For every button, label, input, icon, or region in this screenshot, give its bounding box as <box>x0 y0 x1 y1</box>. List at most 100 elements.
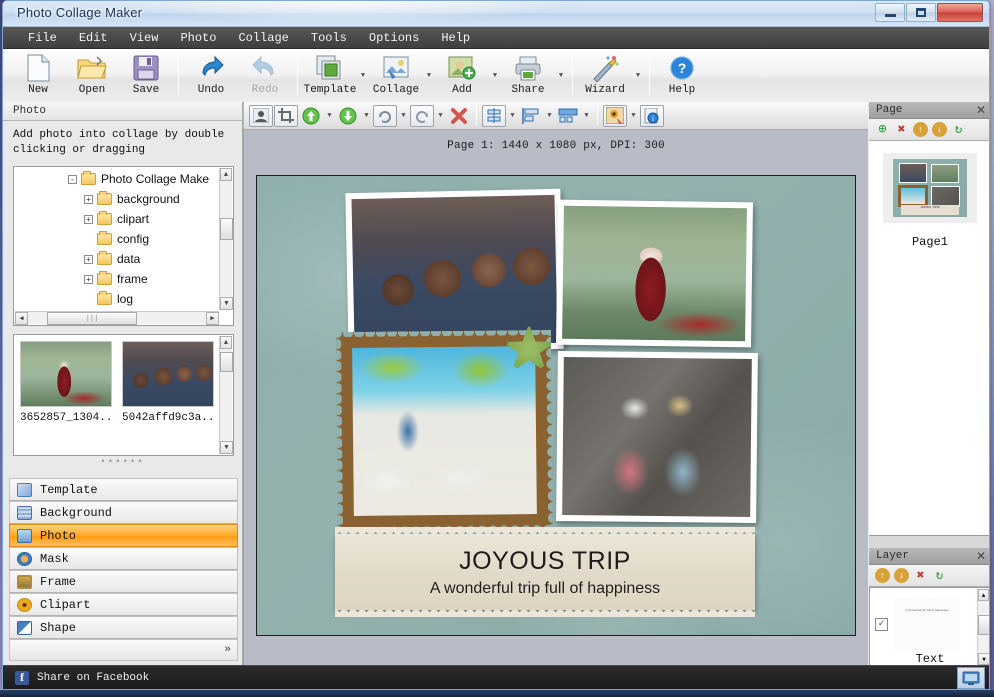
layer-panel-close-icon[interactable]: ✕ <box>976 549 986 563</box>
align-left-dropdown-arrow[interactable]: ▼ <box>544 105 555 127</box>
tree-hscroll-thumb[interactable]: ||| <box>47 312 137 325</box>
tree-item-log[interactable]: log <box>16 289 218 309</box>
garden-santa-photo[interactable] <box>555 199 754 348</box>
portrait-icon[interactable] <box>249 104 273 127</box>
align-vertical-dropdown-arrow[interactable]: ▼ <box>507 105 518 127</box>
wizard-dropdown-arrow[interactable]: ▼ <box>632 51 644 101</box>
align-vertical-icon[interactable] <box>482 104 506 127</box>
toolbar-wizard-button[interactable]: Wizard <box>578 51 632 103</box>
tree-horizontal-scrollbar[interactable]: ◀ ||| ▶ <box>15 311 219 325</box>
info-icon[interactable]: i <box>640 104 664 127</box>
page-list[interactable]: JOYOUS TRIP Page1 <box>869 141 989 536</box>
tree-expander-root[interactable]: - <box>68 174 77 184</box>
page-list-item[interactable]: JOYOUS TRIP Page1 <box>883 153 977 249</box>
panel-splitter-grip[interactable]: •••••• <box>3 456 242 468</box>
share-dropdown-arrow[interactable]: ▼ <box>555 51 567 101</box>
thumbnail-party-friends[interactable]: 5042affd9c3a... <box>122 341 214 424</box>
distribute-dropdown-arrow[interactable]: ▼ <box>581 105 592 127</box>
menu-item-help[interactable]: Help <box>430 29 481 47</box>
rotate-right-icon[interactable] <box>373 104 397 127</box>
toolbar-redo-button[interactable]: Redo <box>238 51 292 103</box>
add-page-icon[interactable]: ⊕ <box>875 122 890 138</box>
menu-item-photo[interactable]: Photo <box>169 29 227 47</box>
add-dropdown-arrow[interactable]: ▼ <box>489 51 501 101</box>
toolbar-open-button[interactable]: Open <box>65 51 119 103</box>
title-ribbon[interactable]: JOYOUS TRIP A wonderful trip full of hap… <box>335 527 755 610</box>
distribute-icon[interactable] <box>556 105 580 127</box>
effects-dropdown-arrow[interactable]: ▼ <box>628 105 639 127</box>
layer-up-icon[interactable]: ↑ <box>875 568 890 583</box>
sidebar-item-mask[interactable]: Mask <box>9 547 238 570</box>
tree-scroll-thumb[interactable] <box>220 218 233 240</box>
thumbnail-scroll-down-button[interactable]: ▼ <box>220 441 233 454</box>
tree-item-background[interactable]: + background <box>16 189 218 209</box>
tree-expander-data[interactable]: + <box>84 254 93 264</box>
move-down-dropdown-arrow[interactable]: ▼ <box>361 105 372 127</box>
move-up-icon[interactable] <box>299 105 323 127</box>
menu-item-view[interactable]: View <box>119 29 170 47</box>
layer-visibility-checkbox[interactable]: ✓ <box>875 617 888 631</box>
toolbar-add-button[interactable]: Add <box>435 51 489 103</box>
menu-item-options[interactable]: Options <box>358 29 430 47</box>
collage-document[interactable]: JOYOUS TRIP A wonderful trip full of hap… <box>256 175 856 636</box>
two-ladies-stairs-photo[interactable] <box>556 350 758 524</box>
canvas-area[interactable]: Page 1: 1440 x 1080 px, DPI: 300 JOYOUS … <box>243 130 868 667</box>
layer-scroll-down-button[interactable]: ▼ <box>978 653 989 665</box>
collage-dropdown-arrow[interactable]: ▼ <box>423 51 435 101</box>
photo-thumbnail-list[interactable]: 3652857_1304... 5042affd9c3a... ▲ ▼ <box>13 334 234 456</box>
tree-item-frame[interactable]: + frame <box>16 269 218 289</box>
sidebar-item-clipart[interactable]: Clipart <box>9 593 238 616</box>
sidebar-item-photo[interactable]: Photo <box>9 524 238 547</box>
share-on-facebook-label[interactable]: Share on Facebook <box>37 672 149 684</box>
tree-vertical-scrollbar[interactable]: ▲ ▼ <box>219 168 233 310</box>
move-up-dropdown-arrow[interactable]: ▼ <box>324 105 335 127</box>
sidebar-item-shape[interactable]: Shape <box>9 616 238 639</box>
tree-expander-clipart[interactable]: + <box>84 214 93 224</box>
minimize-button[interactable] <box>875 3 905 22</box>
delete-page-icon[interactable]: ✖ <box>894 122 909 137</box>
delete-layer-icon[interactable]: ✖ <box>913 568 928 583</box>
move-up-page-icon[interactable]: ↑ <box>913 122 928 137</box>
tree-expander-frame[interactable]: + <box>84 274 93 284</box>
sidebar-item-frame[interactable]: Frame <box>9 570 238 593</box>
layer-scroll-up-button[interactable]: ▲ <box>978 589 989 601</box>
layer-list[interactable]: ✓ A wonderful trip full of happiness Tex… <box>869 587 989 667</box>
layer-vertical-scrollbar[interactable]: ▲ ▼ <box>977 589 989 665</box>
toolbar-new-button[interactable]: New <box>11 51 65 103</box>
tree-scroll-left-button[interactable]: ◀ <box>15 312 28 325</box>
folder-tree[interactable]: - Photo Collage Make + background + clip… <box>13 166 234 326</box>
close-button[interactable] <box>937 3 983 22</box>
toolbar-collage-button[interactable]: Collage <box>369 51 423 103</box>
template-dropdown-arrow[interactable]: ▼ <box>357 51 369 101</box>
thumbnail-scroll-up-button[interactable]: ▲ <box>220 336 232 349</box>
sidebar-item-template[interactable]: Template <box>9 478 238 501</box>
toolbar-template-button[interactable]: Template <box>303 51 357 103</box>
toolbar-undo-button[interactable]: Undo <box>184 51 238 103</box>
layer-down-icon[interactable]: ↓ <box>894 568 909 583</box>
category-expand-button[interactable]: » <box>9 639 238 661</box>
tree-scroll-up-button[interactable]: ▲ <box>220 168 232 181</box>
tree-item-clipart[interactable]: + clipart <box>16 209 218 229</box>
tree-item-config[interactable]: config <box>16 229 218 249</box>
tree-scroll-down-button[interactable]: ▼ <box>220 297 233 310</box>
refresh-page-icon[interactable]: ↻ <box>951 122 966 137</box>
align-left-icon[interactable] <box>519 105 543 127</box>
move-down-page-icon[interactable]: ↓ <box>932 122 947 137</box>
tree-item-root[interactable]: - Photo Collage Make <box>16 169 218 189</box>
toolbar-share-button[interactable]: Share <box>501 51 555 103</box>
move-down-icon[interactable] <box>336 105 360 127</box>
menu-item-tools[interactable]: Tools <box>300 29 358 47</box>
page-panel-close-icon[interactable]: ✕ <box>976 103 986 117</box>
menu-item-collage[interactable]: Collage <box>227 29 299 47</box>
tree-expander-background[interactable]: + <box>84 194 93 204</box>
menu-item-file[interactable]: File <box>17 29 68 47</box>
thumbnail-scroll-thumb[interactable] <box>220 352 233 372</box>
sidebar-item-background[interactable]: Background <box>9 501 238 524</box>
layer-scroll-thumb[interactable] <box>978 615 989 635</box>
layer-list-item[interactable]: ✓ A wonderful trip full of happiness <box>870 588 989 650</box>
toolbar-help-button[interactable]: ? Help <box>655 51 709 103</box>
toolbar-save-button[interactable]: Save <box>119 51 173 103</box>
delete-icon[interactable] <box>447 105 471 127</box>
crop-icon[interactable] <box>274 104 298 127</box>
maximize-button[interactable] <box>906 3 936 22</box>
